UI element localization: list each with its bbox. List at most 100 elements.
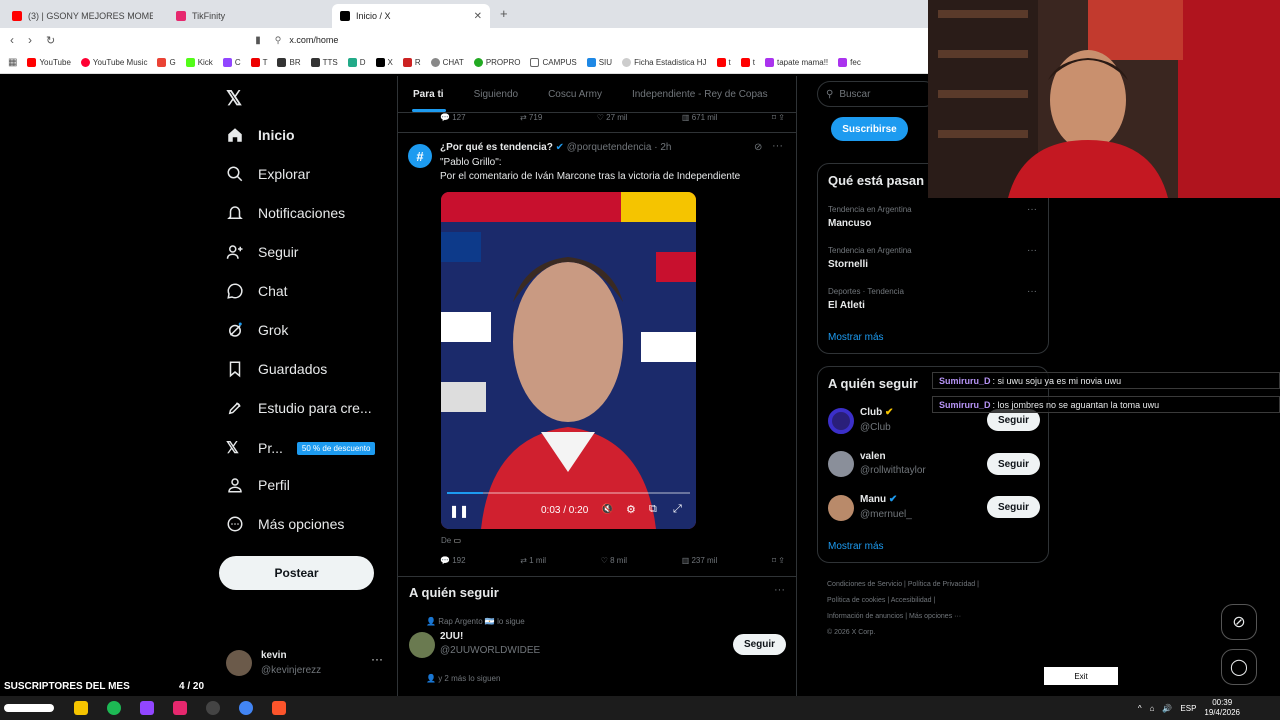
nav-profile[interactable]: Perfil xyxy=(226,476,290,494)
more-icon[interactable]: ··· xyxy=(371,652,383,666)
nav-follow[interactable]: Seguir xyxy=(226,243,298,261)
follow-button[interactable]: Seguir xyxy=(987,453,1040,475)
bookmark-item[interactable]: YouTube Music xyxy=(80,58,147,67)
bookmark-item[interactable]: R xyxy=(402,58,421,67)
repost-button[interactable]: ⇄ 1 mil xyxy=(520,556,546,565)
bookmark-item[interactable]: BR xyxy=(277,58,301,67)
footer-link[interactable]: Política de cookies xyxy=(827,597,885,604)
bookmark-item[interactable]: X xyxy=(375,58,393,67)
repost-button[interactable]: ⇄ 719 xyxy=(520,113,542,122)
video-player[interactable]: ❚❚ 0:03 / 0:20 🔇 ⚙ ⧉ ⤢ xyxy=(441,192,696,529)
post-handle[interactable]: @porquetendencia xyxy=(567,142,652,153)
avatar[interactable] xyxy=(828,408,854,434)
bookmark-item[interactable]: t xyxy=(740,58,755,67)
views-button[interactable]: ▥ 237 mil xyxy=(682,556,718,565)
bookmark-button[interactable]: ⌑ ⇪ xyxy=(772,113,785,122)
file-explorer-icon[interactable] xyxy=(74,701,88,715)
avatar[interactable] xyxy=(828,451,854,477)
trend-item[interactable]: El Atleti xyxy=(828,300,865,311)
like-button[interactable]: ♡ 27 mil xyxy=(597,113,628,122)
account-handle[interactable]: @2UUWORLDWIDEE xyxy=(440,645,540,656)
clock[interactable]: 00:39 19/4/2026 xyxy=(1204,698,1240,718)
show-more-link[interactable]: Mostrar más xyxy=(828,541,884,552)
account-name[interactable]: 2UU! xyxy=(440,631,463,642)
x-logo-icon[interactable]: 𝕏 xyxy=(226,86,242,111)
nav-notifications[interactable]: Notificaciones xyxy=(226,204,345,222)
bookmark-item[interactable]: C xyxy=(222,58,241,67)
bookmark-item[interactable]: CAMPUS xyxy=(530,58,577,67)
footer-link[interactable]: Información de anuncios xyxy=(827,613,903,620)
account-name[interactable]: valen xyxy=(860,451,886,462)
show-more-link[interactable]: Mostrar más xyxy=(828,332,884,343)
back-icon[interactable]: ‹ xyxy=(10,33,14,47)
bookmark-item[interactable]: fec xyxy=(838,58,861,67)
settings-icon[interactable]: ⚙ xyxy=(626,503,636,516)
more-icon[interactable]: ··· xyxy=(774,584,785,596)
subscribe-button[interactable]: Suscribirse xyxy=(831,117,908,141)
brave-icon[interactable] xyxy=(272,701,286,715)
apps-icon[interactable]: ▦ xyxy=(8,57,17,68)
nav-creator-studio[interactable]: Estudio para cre... xyxy=(226,399,372,417)
post-button[interactable]: Postear xyxy=(219,556,374,590)
exit-button[interactable]: Exit xyxy=(1044,667,1118,685)
bookmark-item[interactable]: YouTube xyxy=(27,58,71,67)
bookmark-item[interactable]: TTS xyxy=(310,58,338,67)
picture-in-picture-icon[interactable]: ⧉ xyxy=(649,503,657,516)
volume-icon[interactable]: 🔊 xyxy=(1162,704,1172,713)
messages-float-icon[interactable]: ◯ xyxy=(1221,649,1257,685)
bookmark-item[interactable]: SIU xyxy=(586,58,612,67)
nav-bookmarks[interactable]: Guardados xyxy=(226,360,327,378)
post-author[interactable]: ¿Por qué es tendencia? xyxy=(440,142,553,153)
avatar[interactable] xyxy=(409,632,435,658)
nav-home[interactable]: Inicio xyxy=(226,126,295,144)
bookmark-icon[interactable]: ▮ xyxy=(255,35,261,46)
hashtag-avatar-icon[interactable]: # xyxy=(408,144,432,168)
like-button[interactable]: ♡ 8 mil xyxy=(601,556,627,565)
bookmark-item[interactable]: tapate mama!! xyxy=(765,58,828,67)
account-name[interactable]: Club ✔ xyxy=(860,407,893,418)
close-tab-icon[interactable]: ✕ xyxy=(474,11,482,22)
bookmark-item[interactable]: G xyxy=(157,58,176,67)
new-tab-icon[interactable]: + xyxy=(500,6,508,21)
nav-premium[interactable]: 𝕏 Pr... 50 % de descuento xyxy=(226,438,376,458)
tiktok-icon[interactable] xyxy=(173,701,187,715)
tab-independiente[interactable]: Independiente - Rey de Copas xyxy=(632,89,768,100)
browser-tab-tikfinity[interactable]: TikFinity xyxy=(168,4,328,28)
tab-following[interactable]: Siguiendo xyxy=(474,89,518,100)
bookmark-item[interactable]: CHAT xyxy=(430,58,464,67)
follow-button[interactable]: Seguir xyxy=(987,496,1040,518)
bookmark-item[interactable]: Kick xyxy=(185,58,213,67)
language-indicator[interactable]: ESP xyxy=(1180,704,1196,713)
tray-arrow-icon[interactable]: ^ xyxy=(1138,704,1142,713)
footer-link[interactable]: Condiciones de Servicio xyxy=(827,581,902,588)
views-button[interactable]: ▥ 671 mil xyxy=(682,113,718,122)
bookmark-item[interactable]: Ficha Estadistica HJ xyxy=(622,58,707,67)
reply-button[interactable]: 💬 127 xyxy=(440,113,466,122)
account-switcher[interactable]: kevin @kevinjerezz ··· xyxy=(226,648,386,680)
bookmark-item[interactable]: PROPRO xyxy=(473,58,520,67)
more-icon[interactable]: ··· xyxy=(772,140,783,152)
more-icon[interactable]: ··· xyxy=(1027,204,1037,215)
grok-float-icon[interactable]: ⊘ xyxy=(1221,604,1257,640)
mute-icon[interactable]: 🔇 xyxy=(601,504,613,515)
video-progress-track[interactable] xyxy=(447,492,690,494)
browser-tab-x[interactable]: Inicio / X ✕ xyxy=(332,4,490,28)
reply-button[interactable]: 💬 192 xyxy=(440,556,466,565)
tab-for-you[interactable]: Para ti xyxy=(413,89,444,100)
more-icon[interactable]: ··· xyxy=(1027,245,1037,256)
search-input[interactable]: ⚲ Buscar xyxy=(817,81,937,107)
trend-item[interactable]: Stornelli xyxy=(828,259,868,270)
more-icon[interactable]: ··· xyxy=(1027,286,1037,297)
bookmark-button[interactable]: ⌑ ⇪ xyxy=(772,556,785,565)
app-icon[interactable] xyxy=(140,701,154,715)
nav-grok[interactable]: Grok xyxy=(226,321,288,339)
chrome-icon[interactable] xyxy=(239,701,253,715)
footer-link[interactable]: Más opciones ··· xyxy=(909,613,961,620)
browser-tab-youtube[interactable]: (3) | GSONY MEJORES MOMENTOS xyxy=(4,4,164,28)
account-handle[interactable]: @Club xyxy=(860,422,891,433)
avatar[interactable] xyxy=(828,495,854,521)
reload-icon[interactable]: ↻ xyxy=(46,34,55,47)
bookmark-item[interactable]: D xyxy=(347,58,366,67)
network-icon[interactable]: ⌂ xyxy=(1150,704,1155,713)
search-bar[interactable] xyxy=(4,704,54,712)
